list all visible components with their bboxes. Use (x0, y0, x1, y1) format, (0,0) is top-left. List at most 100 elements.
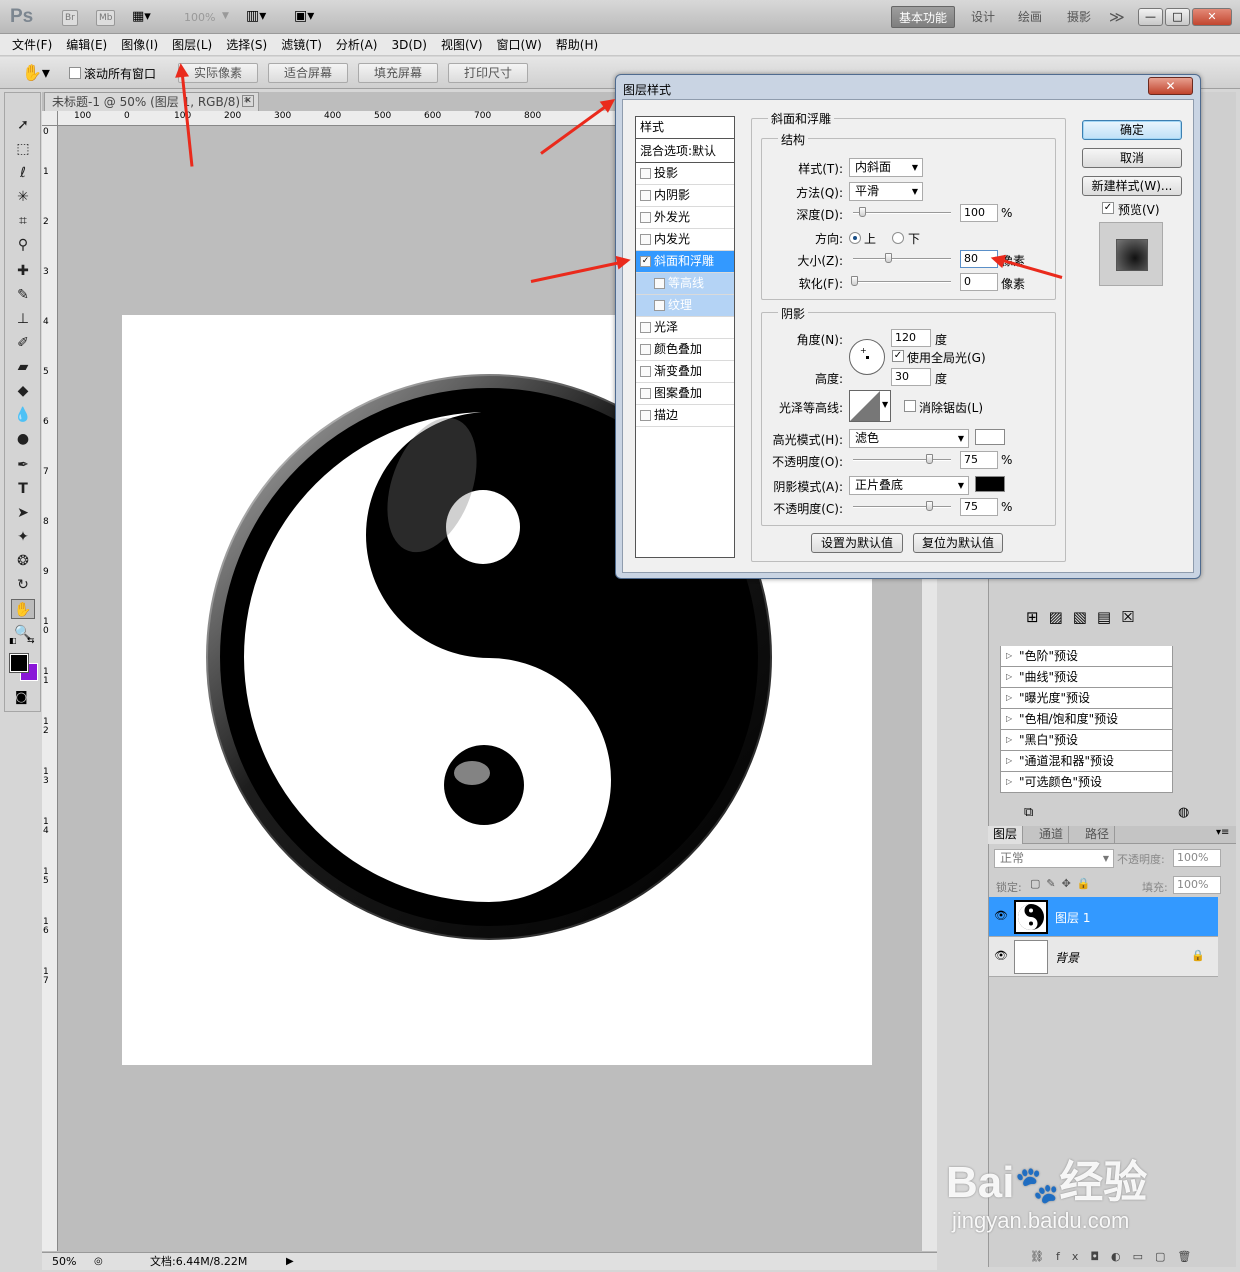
close-document-icon[interactable]: ✕ (242, 95, 254, 107)
close-window-button[interactable]: ✕ (1192, 8, 1232, 26)
clip-to-layer-icon[interactable]: ⧉ (1024, 805, 1033, 820)
angle-dial[interactable]: + (849, 339, 885, 375)
soften-input[interactable]: 0 (960, 273, 998, 291)
workspace-photography[interactable]: 摄影 (1060, 6, 1098, 28)
layer-name[interactable]: 图层 1 (1055, 909, 1090, 926)
status-menu-arrow-icon[interactable]: ▶ (286, 1253, 294, 1270)
document-tab[interactable]: 未标题-1 @ 50% (图层 1, RGB/8) * ✕ (44, 92, 259, 111)
shadow-opacity-slider[interactable] (853, 501, 951, 511)
preset-channel-mixer[interactable]: ▷ "通道混和器"预设 (1000, 751, 1173, 772)
altitude-input[interactable]: 30 (891, 368, 931, 386)
blending-options-item[interactable]: 混合选项:默认 (636, 141, 734, 163)
preset-selective-color[interactable]: ▷ "可选颜色"预设 (1000, 772, 1173, 793)
hand-tool-preset-icon[interactable]: ✋▾ (22, 63, 50, 82)
shadow-color-swatch[interactable] (975, 476, 1005, 492)
style-checkbox[interactable] (640, 322, 651, 333)
angle-input[interactable]: 120 (891, 329, 931, 347)
print-size-button[interactable]: 打印尺寸 (448, 63, 528, 83)
3d-rotate-tool-icon[interactable]: ❂ (11, 551, 35, 571)
highlight-mode-select[interactable]: 滤色 ▼ (849, 429, 969, 448)
zoom-level[interactable]: 100% (184, 11, 215, 24)
move-tool-icon[interactable]: ➚ (11, 115, 35, 135)
style-gradient-overlay[interactable]: 渐变叠加 (636, 361, 734, 383)
status-zoom[interactable]: 50% (52, 1253, 76, 1270)
preset-levels[interactable]: ▷ "色阶"预设 (1000, 646, 1173, 667)
arrange-documents-icon[interactable]: ▥▾ (246, 8, 266, 24)
new-style-button[interactable]: 新建样式(W)... (1082, 176, 1182, 196)
soften-slider[interactable] (851, 276, 951, 286)
direction-up-radio[interactable] (849, 232, 861, 244)
anti-aliased-checkbox[interactable] (904, 400, 916, 412)
style-checkbox-checked[interactable]: ✓ (640, 256, 651, 267)
bevel-style-select[interactable]: 内斜面 ▼ (849, 158, 923, 177)
blur-tool-icon[interactable]: 💧 (11, 405, 35, 425)
path-selection-tool-icon[interactable]: ➤ (11, 503, 35, 523)
highlight-opacity-slider[interactable] (853, 454, 951, 464)
menu-analysis[interactable]: 分析(A) (336, 34, 378, 56)
shape-tool-icon[interactable]: ✦ (11, 527, 35, 547)
style-outer-glow[interactable]: 外发光 (636, 207, 734, 229)
tab-layers[interactable]: 图层 (988, 826, 1024, 844)
vertical-ruler[interactable]: 0 1 2 3 4 5 6 7 8 9 10 11 12 13 14 15 16… (42, 126, 58, 1251)
quick-select-tool-icon[interactable]: ✳ (11, 187, 35, 207)
workspace-more-icon[interactable]: ≫ (1102, 6, 1132, 28)
style-texture[interactable]: 纹理 (636, 295, 734, 317)
style-inner-shadow[interactable]: 内阴影 (636, 185, 734, 207)
eraser-tool-icon[interactable]: ▰ (11, 357, 35, 377)
style-checkbox[interactable] (640, 190, 651, 201)
minimize-button[interactable]: — (1138, 8, 1163, 26)
brush-tool-icon[interactable]: ✎ (11, 285, 35, 305)
crop-tool-icon[interactable]: ⌗ (11, 211, 35, 231)
preset-curves[interactable]: ▷ "曲线"预设 (1000, 667, 1173, 688)
pen-tool-icon[interactable]: ✒ (11, 455, 35, 475)
eyedropper-tool-icon[interactable]: ⚲ (11, 235, 35, 255)
lasso-tool-icon[interactable]: ℓ (11, 163, 35, 183)
tab-paths[interactable]: 路径 (1080, 826, 1116, 844)
size-slider-thumb[interactable] (885, 253, 892, 263)
depth-slider[interactable] (853, 207, 951, 217)
adjust-options-icon[interactable]: ◍ (1178, 805, 1189, 820)
scroll-all-windows-checkbox[interactable] (69, 67, 81, 79)
menu-file[interactable]: 文件(F) (12, 34, 52, 56)
style-checkbox[interactable] (640, 388, 651, 399)
menu-view[interactable]: 视图(V) (441, 34, 483, 56)
technique-select[interactable]: 平滑 ▼ (849, 182, 923, 201)
soften-slider-thumb[interactable] (851, 276, 858, 286)
panel-menu-icon[interactable]: ▾≡ (1216, 827, 1229, 838)
preset-exposure[interactable]: ▷ "曝光度"预设 (1000, 688, 1173, 709)
fill-screen-button[interactable]: 填充屏幕 (358, 63, 438, 83)
status-info-icon[interactable]: ◎ (94, 1253, 103, 1270)
menu-layer[interactable]: 图层(L) (172, 34, 212, 56)
paint-bucket-tool-icon[interactable]: ◆ (11, 381, 35, 401)
reset-default-button[interactable]: 复位为默认值 (913, 533, 1003, 553)
type-tool-icon[interactable]: T (11, 479, 35, 499)
tab-channels[interactable]: 通道 (1034, 826, 1070, 844)
style-bevel-emboss[interactable]: ✓ 斜面和浮雕 (636, 251, 734, 273)
marquee-tool-icon[interactable]: ⬚ (11, 139, 35, 159)
depth-input[interactable]: 100 (960, 204, 998, 222)
shadow-opacity-thumb[interactable] (926, 501, 933, 511)
direction-down-radio[interactable] (892, 232, 904, 244)
preset-hue-saturation[interactable]: ▷ "色相/饱和度"预设 (1000, 709, 1173, 730)
style-contour[interactable]: 等高线 (636, 273, 734, 295)
bridge-button[interactable]: Br (62, 10, 78, 26)
workspace-painting[interactable]: 绘画 (1011, 6, 1049, 28)
blend-mode-select[interactable]: 正常 ▼ (994, 849, 1114, 868)
layer-opacity-input[interactable]: 100% (1173, 849, 1221, 867)
style-checkbox[interactable] (640, 344, 651, 355)
history-brush-tool-icon[interactable]: ✐ (11, 333, 35, 353)
style-checkbox[interactable] (640, 234, 651, 245)
healing-brush-tool-icon[interactable]: ✚ (11, 261, 35, 281)
style-checkbox[interactable] (654, 300, 665, 311)
maximize-button[interactable]: □ (1165, 8, 1190, 26)
menu-image[interactable]: 图像(I) (121, 34, 158, 56)
menu-select[interactable]: 选择(S) (226, 34, 267, 56)
3d-orbit-tool-icon[interactable]: ↻ (11, 575, 35, 595)
workspace-essentials[interactable]: 基本功能 (891, 6, 956, 28)
screen-mode-icon[interactable]: ▣▾ (294, 8, 314, 24)
menu-filter[interactable]: 滤镜(T) (281, 34, 322, 56)
style-checkbox[interactable] (654, 278, 665, 289)
foreground-color-swatch[interactable] (9, 653, 29, 673)
fit-screen-button[interactable]: 适合屏幕 (268, 63, 348, 83)
visibility-eye-icon[interactable]: 👁 (994, 909, 1008, 922)
